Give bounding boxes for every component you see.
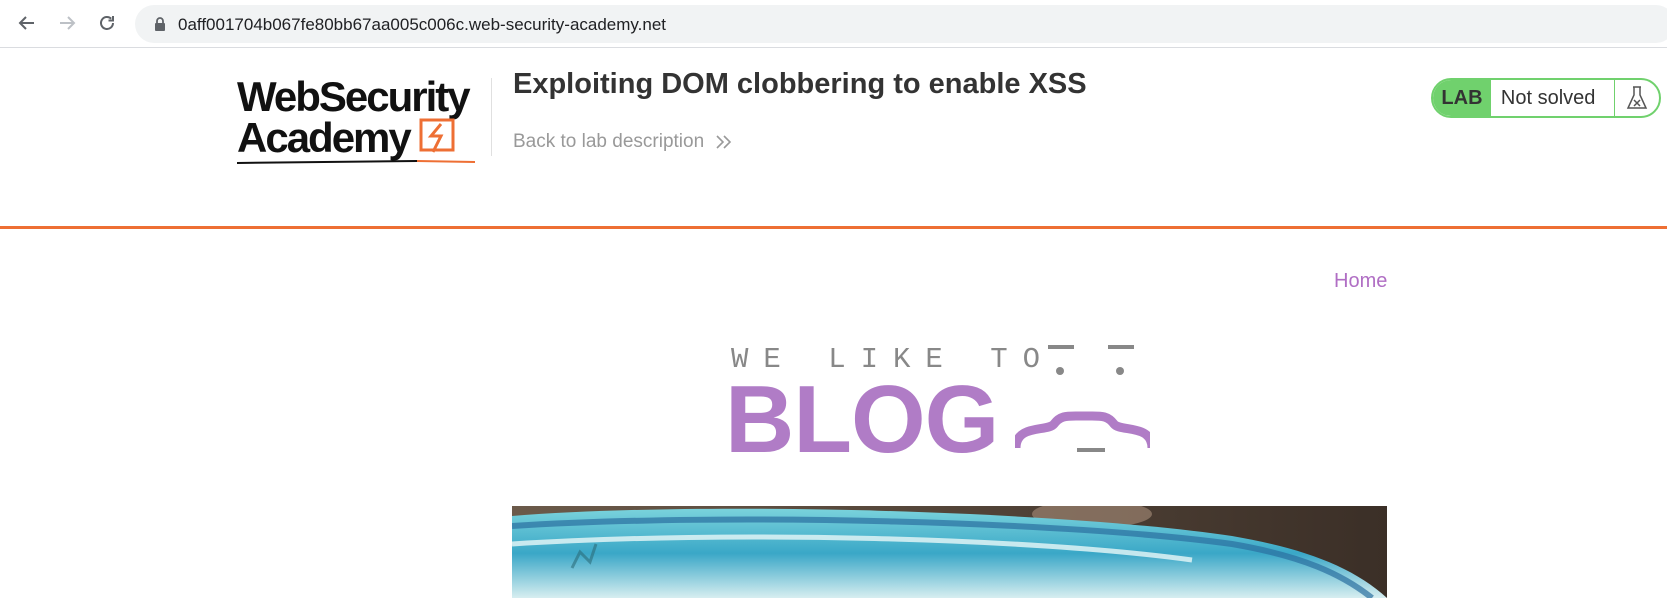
banner-title: BLOG (725, 366, 999, 473)
header-accent-rule (0, 226, 1667, 229)
lightning-bolt-icon (419, 118, 455, 153)
back-button[interactable] (12, 8, 42, 38)
double-chevron-right-icon (716, 135, 732, 149)
header-divider (491, 78, 492, 156)
car-photo-illustration (512, 506, 1387, 598)
address-bar[interactable]: 0aff001704b067fe80bb67aa005c006c.web-sec… (135, 5, 1667, 43)
lab-status-text: Not solved (1500, 86, 1596, 109)
lab-title: Exploiting DOM clobbering to enable XSS (513, 68, 1087, 100)
browser-toolbar: 0aff001704b067fe80bb67aa005c006c.web-sec… (0, 0, 1667, 48)
back-to-lab-description-link[interactable]: Back to lab description (513, 131, 734, 153)
flask-icon (1626, 86, 1648, 109)
logo-line1: WebSecurity (237, 73, 471, 120)
lock-icon (155, 17, 165, 31)
smiley-face-icon (1015, 345, 1150, 452)
arrow-left-icon (18, 16, 34, 30)
logo-underline (237, 160, 475, 164)
web-security-academy-logo[interactable]: WebSecurity Academy (237, 74, 492, 166)
url-text: 0aff001704b067fe80bb67aa005c006c.web-sec… (178, 15, 667, 34)
blog-banner: WE LIKE TO BLOG (725, 340, 1175, 470)
lab-status-icon-container (1613, 80, 1659, 116)
forward-button[interactable] (52, 8, 82, 38)
back-link-label: Back to lab description (513, 131, 705, 152)
logo-line2: Academy (237, 114, 412, 161)
reload-button[interactable] (92, 8, 122, 38)
blog-hero-image (512, 506, 1387, 598)
arrow-right-icon (60, 16, 76, 30)
lab-badge: LAB (1433, 80, 1491, 116)
reload-icon (100, 16, 114, 30)
nav-home-link[interactable]: Home (1334, 270, 1387, 293)
lab-status-widget: LAB Not solved (1431, 78, 1661, 118)
